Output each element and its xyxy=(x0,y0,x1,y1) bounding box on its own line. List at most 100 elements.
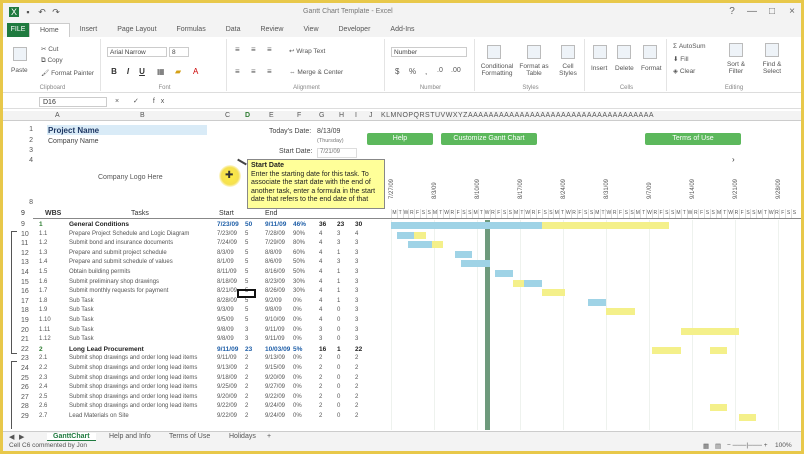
task-row[interactable]: 27 2.5 Submit shop drawings and order long… xyxy=(21,394,373,403)
sort-filter-button[interactable]: Sort & Filter xyxy=(721,61,751,75)
col-H[interactable]: H xyxy=(339,112,344,119)
redo-icon[interactable]: ↷ xyxy=(51,7,61,17)
number-format-select[interactable]: Number xyxy=(391,47,467,57)
task-row[interactable]: 26 2.4 Submit shop drawings and order long… xyxy=(21,384,373,393)
insert-cells-button[interactable]: Insert xyxy=(591,65,607,72)
task-row[interactable]: 11 1.2 Submit bond and insurance documents… xyxy=(21,240,373,249)
close-button[interactable]: × xyxy=(787,6,797,18)
delete-cells-icon[interactable] xyxy=(617,45,631,59)
format-as-table-button[interactable]: Format as Table xyxy=(517,63,551,77)
task-group-row[interactable]: 9 1 General Conditions 7/23/09 50 9/11/09 46% 3… xyxy=(21,221,373,230)
task-row[interactable]: 10 1.1 Prepare Project Schedule and Logic … xyxy=(21,231,373,240)
tab-file[interactable]: FILE xyxy=(7,23,29,37)
customize-gantt-button[interactable]: Customize Gantt Chart xyxy=(441,133,537,145)
col-D[interactable]: D xyxy=(245,112,250,119)
task-row[interactable]: 28 2.6 Submit shop drawings and order long… xyxy=(21,403,373,412)
task-row[interactable]: 21 1.12 Sub Task 9/8/09 3 9/11/09 0% 3 0 3 xyxy=(21,336,373,345)
task-row[interactable]: 13 1.4 Prepare and submit schedule of valu… xyxy=(21,259,373,268)
zoom-level[interactable]: 100% xyxy=(775,442,792,449)
task-row[interactable]: 29 2.7 Lead Materials on Site 9/22/09 2 9/24/… xyxy=(21,413,373,422)
sheet-tab-holidays[interactable]: Holidays xyxy=(229,433,256,440)
fill-color-icon[interactable]: ▰ xyxy=(175,67,181,76)
font-size-select[interactable]: 8 xyxy=(169,47,189,57)
wrap-text-button[interactable]: ↩ Wrap Text xyxy=(289,47,325,55)
task-row[interactable]: 15 1.6 Submit preliminary shop drawings 8/1… xyxy=(21,279,373,288)
sheet-nav-left-icon[interactable]: ◀ xyxy=(9,433,14,441)
align-bottom-icon[interactable]: ≡ xyxy=(267,45,272,54)
underline-button[interactable]: U xyxy=(137,67,147,76)
format-painter-button[interactable]: 🖌 Format Painter xyxy=(41,69,94,77)
add-sheet-button[interactable]: + xyxy=(267,433,271,440)
start-date-input[interactable]: 7/21/09 xyxy=(317,148,357,158)
task-row[interactable]: 25 2.3 Submit shop drawings and order long… xyxy=(21,375,373,384)
paste-icon[interactable] xyxy=(13,47,27,61)
task-row[interactable]: 18 1.9 Sub Task 9/3/09 5 9/8/09 0% 4 0 3 xyxy=(21,307,373,316)
outline-group-1[interactable] xyxy=(11,231,17,354)
col-C[interactable]: C xyxy=(225,112,230,119)
row-header[interactable]: 9 xyxy=(21,210,25,217)
col-K-onward[interactable]: KLMNOPQRSTUVWXYZAAAAAAAAAAAAAAAAAAAAAAAA… xyxy=(381,112,654,119)
terms-of-use-button[interactable]: Terms of Use xyxy=(645,133,741,145)
align-left-icon[interactable]: ≡ xyxy=(235,67,240,76)
scroll-arrows-right[interactable]: › xyxy=(732,155,735,164)
undo-icon[interactable]: ↶ xyxy=(37,7,47,17)
col-A[interactable]: A xyxy=(55,112,60,119)
sheet-tab-help[interactable]: Help and Info xyxy=(109,433,151,440)
decrease-decimal-icon[interactable]: .00 xyxy=(451,67,461,74)
cut-button[interactable]: ✂ Cut xyxy=(41,45,58,53)
increase-decimal-icon[interactable]: .0 xyxy=(437,67,443,74)
tab-page-layout[interactable]: Page Layout xyxy=(107,23,166,37)
cell-styles-button[interactable]: Cell Styles xyxy=(553,63,583,77)
chevron-right-icon[interactable]: › xyxy=(732,155,735,164)
clear-button[interactable]: ◈ Clear xyxy=(673,67,695,75)
delete-cells-button[interactable]: Delete xyxy=(615,65,634,72)
help-button[interactable]: Help xyxy=(367,133,433,145)
merge-center-button[interactable]: ⇔ Merge & Center xyxy=(289,69,343,76)
task-group-row[interactable]: 22 2 Long Lead Procurement 9/11/09 23 10/03/0… xyxy=(21,346,373,355)
sort-filter-icon[interactable] xyxy=(729,43,743,57)
fx-icon[interactable]: × ✓ fx xyxy=(115,97,170,105)
format-as-table-icon[interactable] xyxy=(527,45,541,59)
name-box[interactable]: D16 xyxy=(39,97,107,107)
currency-icon[interactable]: $ xyxy=(395,67,399,76)
company-name[interactable]: Company Name xyxy=(48,138,99,145)
active-cell[interactable] xyxy=(237,289,256,298)
maximize-button[interactable]: □ xyxy=(767,6,777,18)
task-row[interactable]: 17 1.8 Sub Task 8/28/09 5 9/2/09 0% 4 1 3 xyxy=(21,298,373,307)
paste-button[interactable]: Paste xyxy=(11,67,28,74)
italic-button[interactable]: I xyxy=(123,67,133,76)
align-center-icon[interactable]: ≡ xyxy=(251,67,256,76)
autosum-button[interactable]: Σ AutoSum xyxy=(673,43,706,50)
view-layout-icon[interactable]: ▤ xyxy=(715,442,721,450)
col-B[interactable]: B xyxy=(140,112,145,119)
find-select-button[interactable]: Find & Select xyxy=(755,61,789,75)
col-J[interactable]: J xyxy=(369,112,373,119)
borders-icon[interactable]: ▦ xyxy=(157,67,165,76)
copy-button[interactable]: ⧉ Copy xyxy=(41,57,63,65)
task-row[interactable]: 20 1.11 Sub Task 9/8/09 3 9/11/09 0% 3 0 3 xyxy=(21,327,373,336)
tab-add-ins[interactable]: Add-Ins xyxy=(380,23,424,37)
task-row[interactable]: 12 1.3 Prepare and submit project schedule… xyxy=(21,250,373,259)
tab-insert[interactable]: Insert xyxy=(70,23,108,37)
cell-styles-icon[interactable] xyxy=(561,45,575,59)
find-select-icon[interactable] xyxy=(765,43,779,57)
bold-button[interactable]: B xyxy=(109,67,119,76)
sheet-tab-terms[interactable]: Terms of Use xyxy=(169,433,210,440)
outline-group-2[interactable] xyxy=(11,361,17,429)
task-row[interactable]: 19 1.10 Sub Task 9/5/09 5 9/10/09 0% 4 0 3 xyxy=(21,317,373,326)
align-right-icon[interactable]: ≡ xyxy=(267,67,272,76)
format-cells-button[interactable]: Format xyxy=(641,65,662,72)
task-row[interactable]: 16 1.7 Submit monthly requests for payment… xyxy=(21,288,373,297)
task-row[interactable]: 24 2.2 Submit shop drawings and order long… xyxy=(21,365,373,374)
format-cells-icon[interactable] xyxy=(643,45,657,59)
task-row[interactable]: 23 2.1 Submit shop drawings and order long… xyxy=(21,355,373,364)
align-top-icon[interactable]: ≡ xyxy=(235,45,240,54)
row-header[interactable]: 2 xyxy=(21,137,33,144)
row-header[interactable]: 8 xyxy=(21,199,33,206)
help-icon[interactable]: ? xyxy=(727,6,737,18)
minimize-button[interactable]: — xyxy=(747,6,757,18)
sheet-nav-right-icon[interactable]: ▶ xyxy=(19,433,24,441)
project-title[interactable]: Project Name xyxy=(48,126,99,135)
col-I[interactable]: I xyxy=(355,112,357,119)
percent-icon[interactable]: % xyxy=(409,67,416,76)
